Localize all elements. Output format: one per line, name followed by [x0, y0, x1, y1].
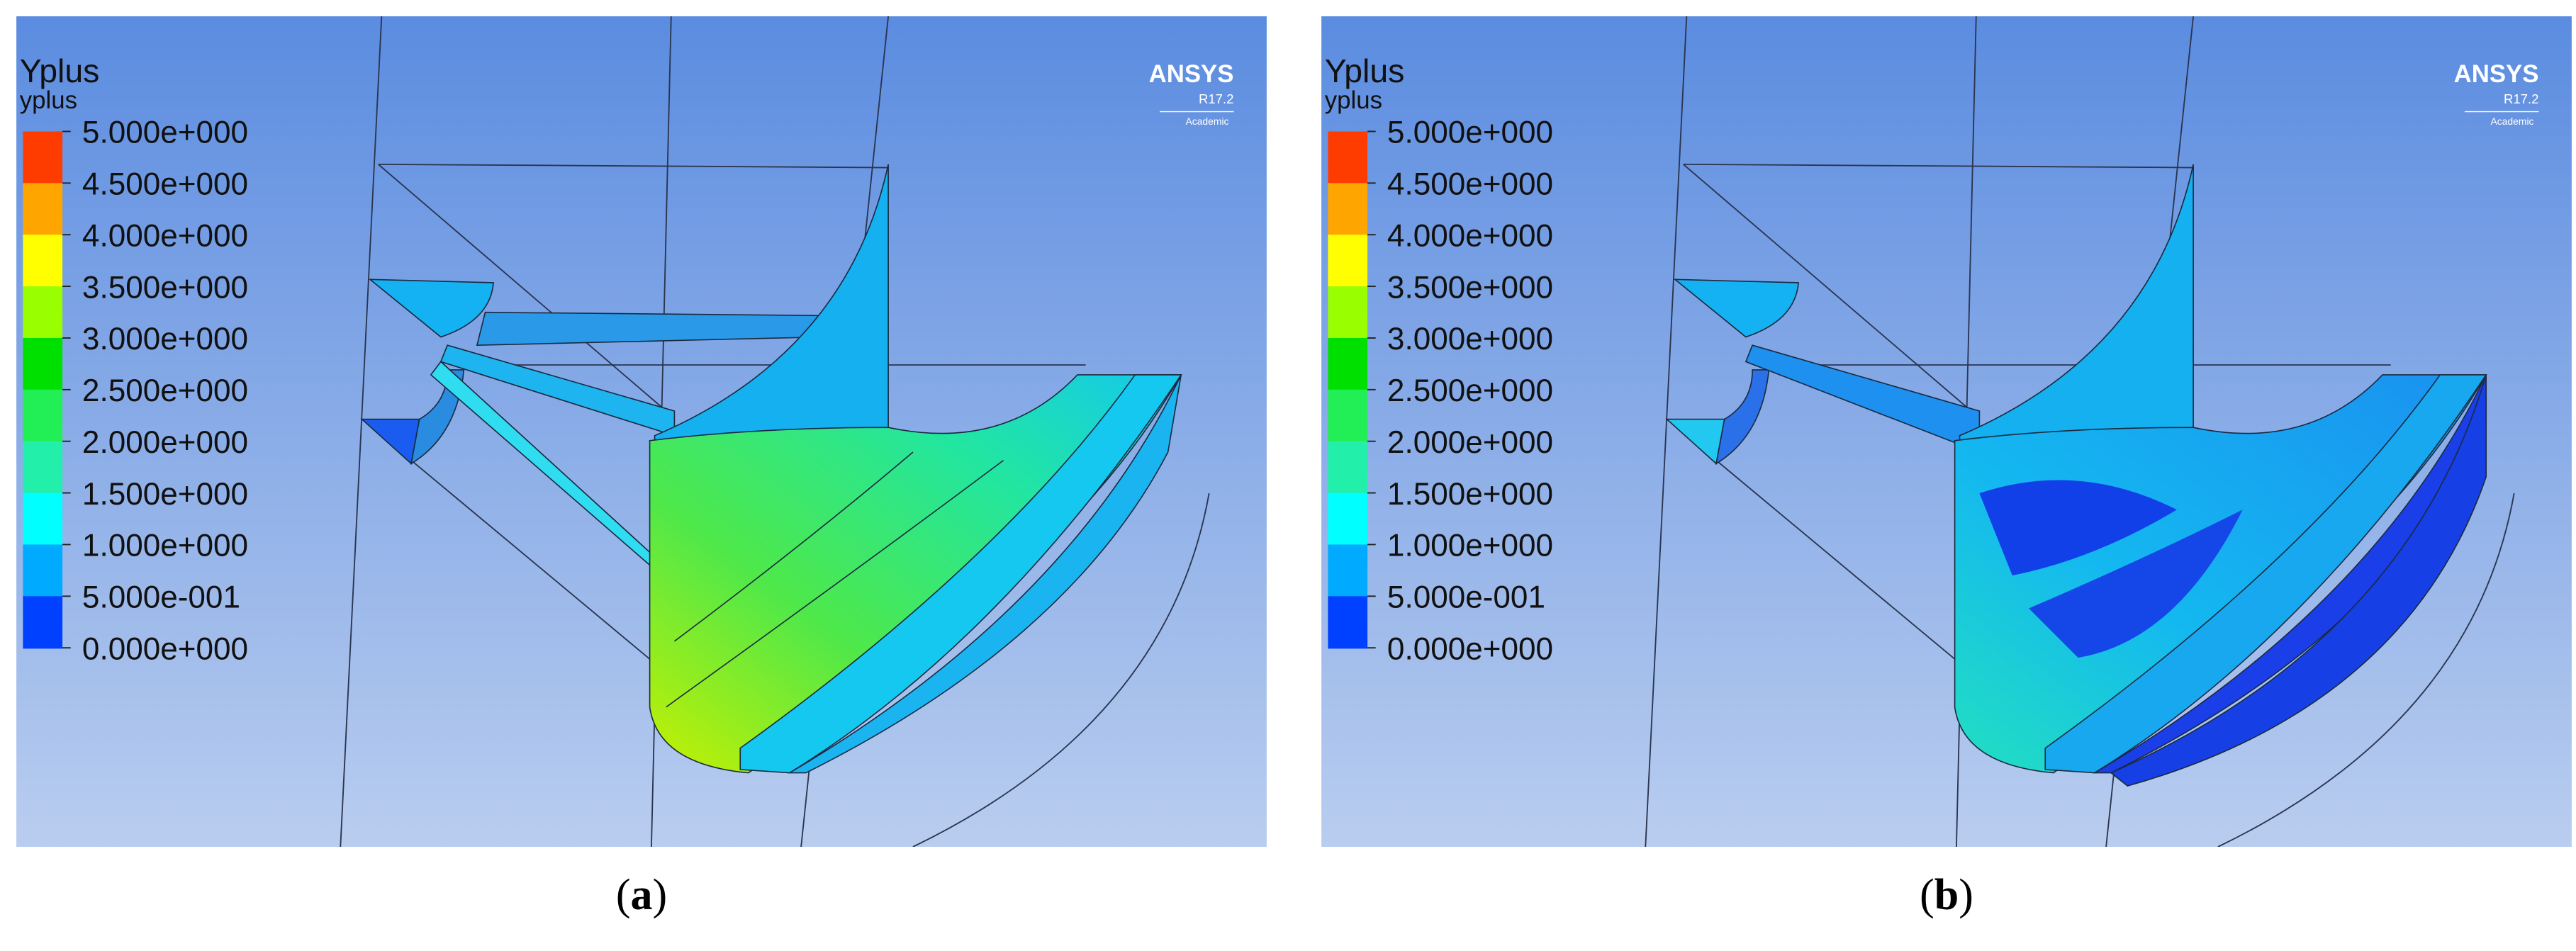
legend-label: 0.000e+000 [82, 631, 248, 666]
svg-text:R17.2: R17.2 [2504, 91, 2539, 106]
color-legend: 5.000e+000 4.500e+000 4.000e+000 3.500e+000… [23, 116, 248, 667]
legend-color-band [1328, 235, 1367, 287]
legend-label: 2.500e+000 [82, 373, 248, 408]
legend-label: 5.000e+000 [1387, 116, 1553, 150]
legend-title: Yplus [20, 52, 100, 89]
legend-label: 1.500e+000 [1387, 477, 1553, 512]
legend-label: 5.000e-001 [1387, 580, 1545, 615]
legend-color-band [23, 235, 62, 287]
legend-color-band [1328, 131, 1367, 184]
legend-subtitle: yplus [1325, 86, 1382, 114]
svg-text:R17.2: R17.2 [1199, 91, 1234, 106]
legend-label: 5.000e+000 [82, 116, 248, 150]
caption-b: (b) [1876, 870, 2017, 921]
legend-color-band [23, 183, 62, 235]
legend-label: 0.000e+000 [1387, 631, 1553, 666]
legend-color-band [23, 544, 62, 597]
svg-text:Academic: Academic [1185, 116, 1228, 127]
contour-panel-a: Yplus yplus 5.000e+000 4.500e+000 4.000e+0… [16, 16, 1267, 847]
legend-color-band [1328, 183, 1367, 235]
legend-label: 1.000e+000 [82, 529, 248, 563]
legend-label: 4.500e+000 [82, 167, 248, 202]
legend-title: Yplus [1325, 52, 1405, 89]
legend-label: 3.500e+000 [82, 270, 248, 305]
legend-label: 3.000e+000 [1387, 322, 1553, 356]
legend-color-band [23, 286, 62, 339]
legend-label: 4.000e+000 [1387, 218, 1553, 253]
caption-letter: b [1934, 871, 1959, 919]
legend-color-band [23, 131, 62, 184]
legend-subtitle: yplus [20, 86, 77, 114]
svg-text:ANSYS: ANSYS [1149, 60, 1234, 88]
legend-label: 4.500e+000 [1387, 167, 1553, 202]
legend-label: 1.500e+000 [82, 477, 248, 512]
yplus-contour-plot-a: Yplus yplus 5.000e+000 4.500e+000 4.000e+0… [16, 16, 1267, 847]
legend-label: 4.000e+000 [82, 218, 248, 253]
contour-panel-b: Yplus yplus 5.000e+000 4.500e+000 4.000e+0… [1321, 16, 2572, 847]
legend-color-band [23, 441, 62, 494]
legend-label: 5.000e-001 [82, 580, 240, 615]
legend-color-band [1328, 493, 1367, 546]
legend-color-band [1328, 286, 1367, 339]
caption-letter: a [631, 871, 653, 919]
legend-color-band [1328, 390, 1367, 442]
legend-color-band [23, 390, 62, 442]
svg-text:Academic: Academic [2490, 116, 2533, 127]
legend-label: 2.500e+000 [1387, 373, 1553, 408]
svg-text:ANSYS: ANSYS [2454, 60, 2539, 88]
legend-color-band [1328, 596, 1367, 648]
legend-label: 2.000e+000 [82, 425, 248, 460]
legend-label: 3.000e+000 [82, 322, 248, 356]
legend-color-band [23, 493, 62, 546]
color-legend: 5.000e+000 4.500e+000 4.000e+000 3.500e+000… [1328, 116, 1553, 667]
legend-color-band [23, 338, 62, 390]
yplus-contour-plot-b: Yplus yplus 5.000e+000 4.500e+000 4.000e+0… [1321, 16, 2572, 847]
legend-color-band [1328, 338, 1367, 390]
legend-color-band [1328, 441, 1367, 494]
legend-color-band [23, 596, 62, 648]
legend-label: 2.000e+000 [1387, 425, 1553, 460]
legend-label: 3.500e+000 [1387, 270, 1553, 305]
legend-color-band [1328, 544, 1367, 597]
caption-a: (a) [571, 870, 712, 921]
legend-label: 1.000e+000 [1387, 529, 1553, 563]
